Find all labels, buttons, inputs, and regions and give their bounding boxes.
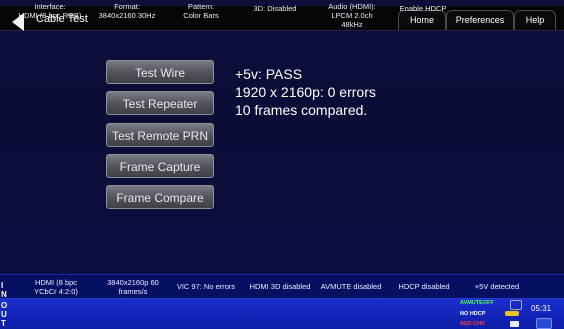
tab-preferences[interactable]: Preferences [446, 10, 514, 30]
frame-compare-button[interactable]: Frame Compare [106, 185, 214, 209]
status-3d: HDMI 3D disabled [249, 282, 311, 291]
cable-test-screen: Cable Test Home Preferences Help Test Wi… [0, 0, 564, 329]
status-format: 3840x2160p 60 frames/s [107, 278, 159, 296]
status-5v: +5V detected [474, 282, 520, 291]
audio-control[interactable]: Audio (HDMI): LPCM 2.0ch 48kHz [314, 2, 390, 29]
menu-icon[interactable] [536, 318, 552, 329]
result-errors: 1920 x 2160p: 0 errors [235, 84, 376, 100]
format-control[interactable]: Format: 3840x2160 30Hz [92, 2, 162, 20]
tab-home[interactable]: Home [398, 10, 446, 30]
result-frames: 10 frames compared. [235, 102, 368, 118]
3d-control[interactable]: 3D: Disabled [240, 4, 310, 13]
no-hdcp-badge: NO HDCP [460, 311, 486, 317]
key-icon [505, 311, 519, 316]
test-wire-button[interactable]: Test Wire [106, 60, 214, 84]
control-side-letter-t: T [1, 319, 6, 328]
red-check-badge: RED CHK [460, 321, 486, 327]
frame-capture-button[interactable]: Frame Capture [106, 154, 214, 178]
enable-hdcp-button[interactable]: Enable HDCP [392, 4, 454, 13]
lock-icon [510, 321, 519, 327]
status-side-letter-i: I [1, 281, 4, 290]
status-avmute: AVMUTE disabled [320, 282, 382, 291]
status-side-letter-n: N [1, 290, 7, 299]
status-vic: VIC 97: No errors [176, 282, 236, 291]
status-hdcp: HDCP disabled [398, 282, 450, 291]
interface-control[interactable]: Interface: HDMI (8 bpc RGB) [10, 2, 90, 20]
pattern-control[interactable]: Pattern: Color Bars [166, 2, 236, 20]
test-remote-prn-button[interactable]: Test Remote PRN [106, 123, 214, 147]
status-interface: HDMI (8 bpc YCbCr 4:2:0) [34, 278, 78, 296]
avmute-badge: AVMUTEOFF [460, 300, 494, 306]
test-repeater-button[interactable]: Test Repeater [106, 91, 214, 115]
clock-time: 05:31 [531, 304, 552, 313]
control-side-letter-o: O [1, 301, 8, 310]
control-side-letter-u: U [1, 310, 7, 319]
monitor-icon [510, 300, 522, 310]
result-power: +5v: PASS [235, 66, 303, 82]
tab-help[interactable]: Help [514, 10, 556, 30]
